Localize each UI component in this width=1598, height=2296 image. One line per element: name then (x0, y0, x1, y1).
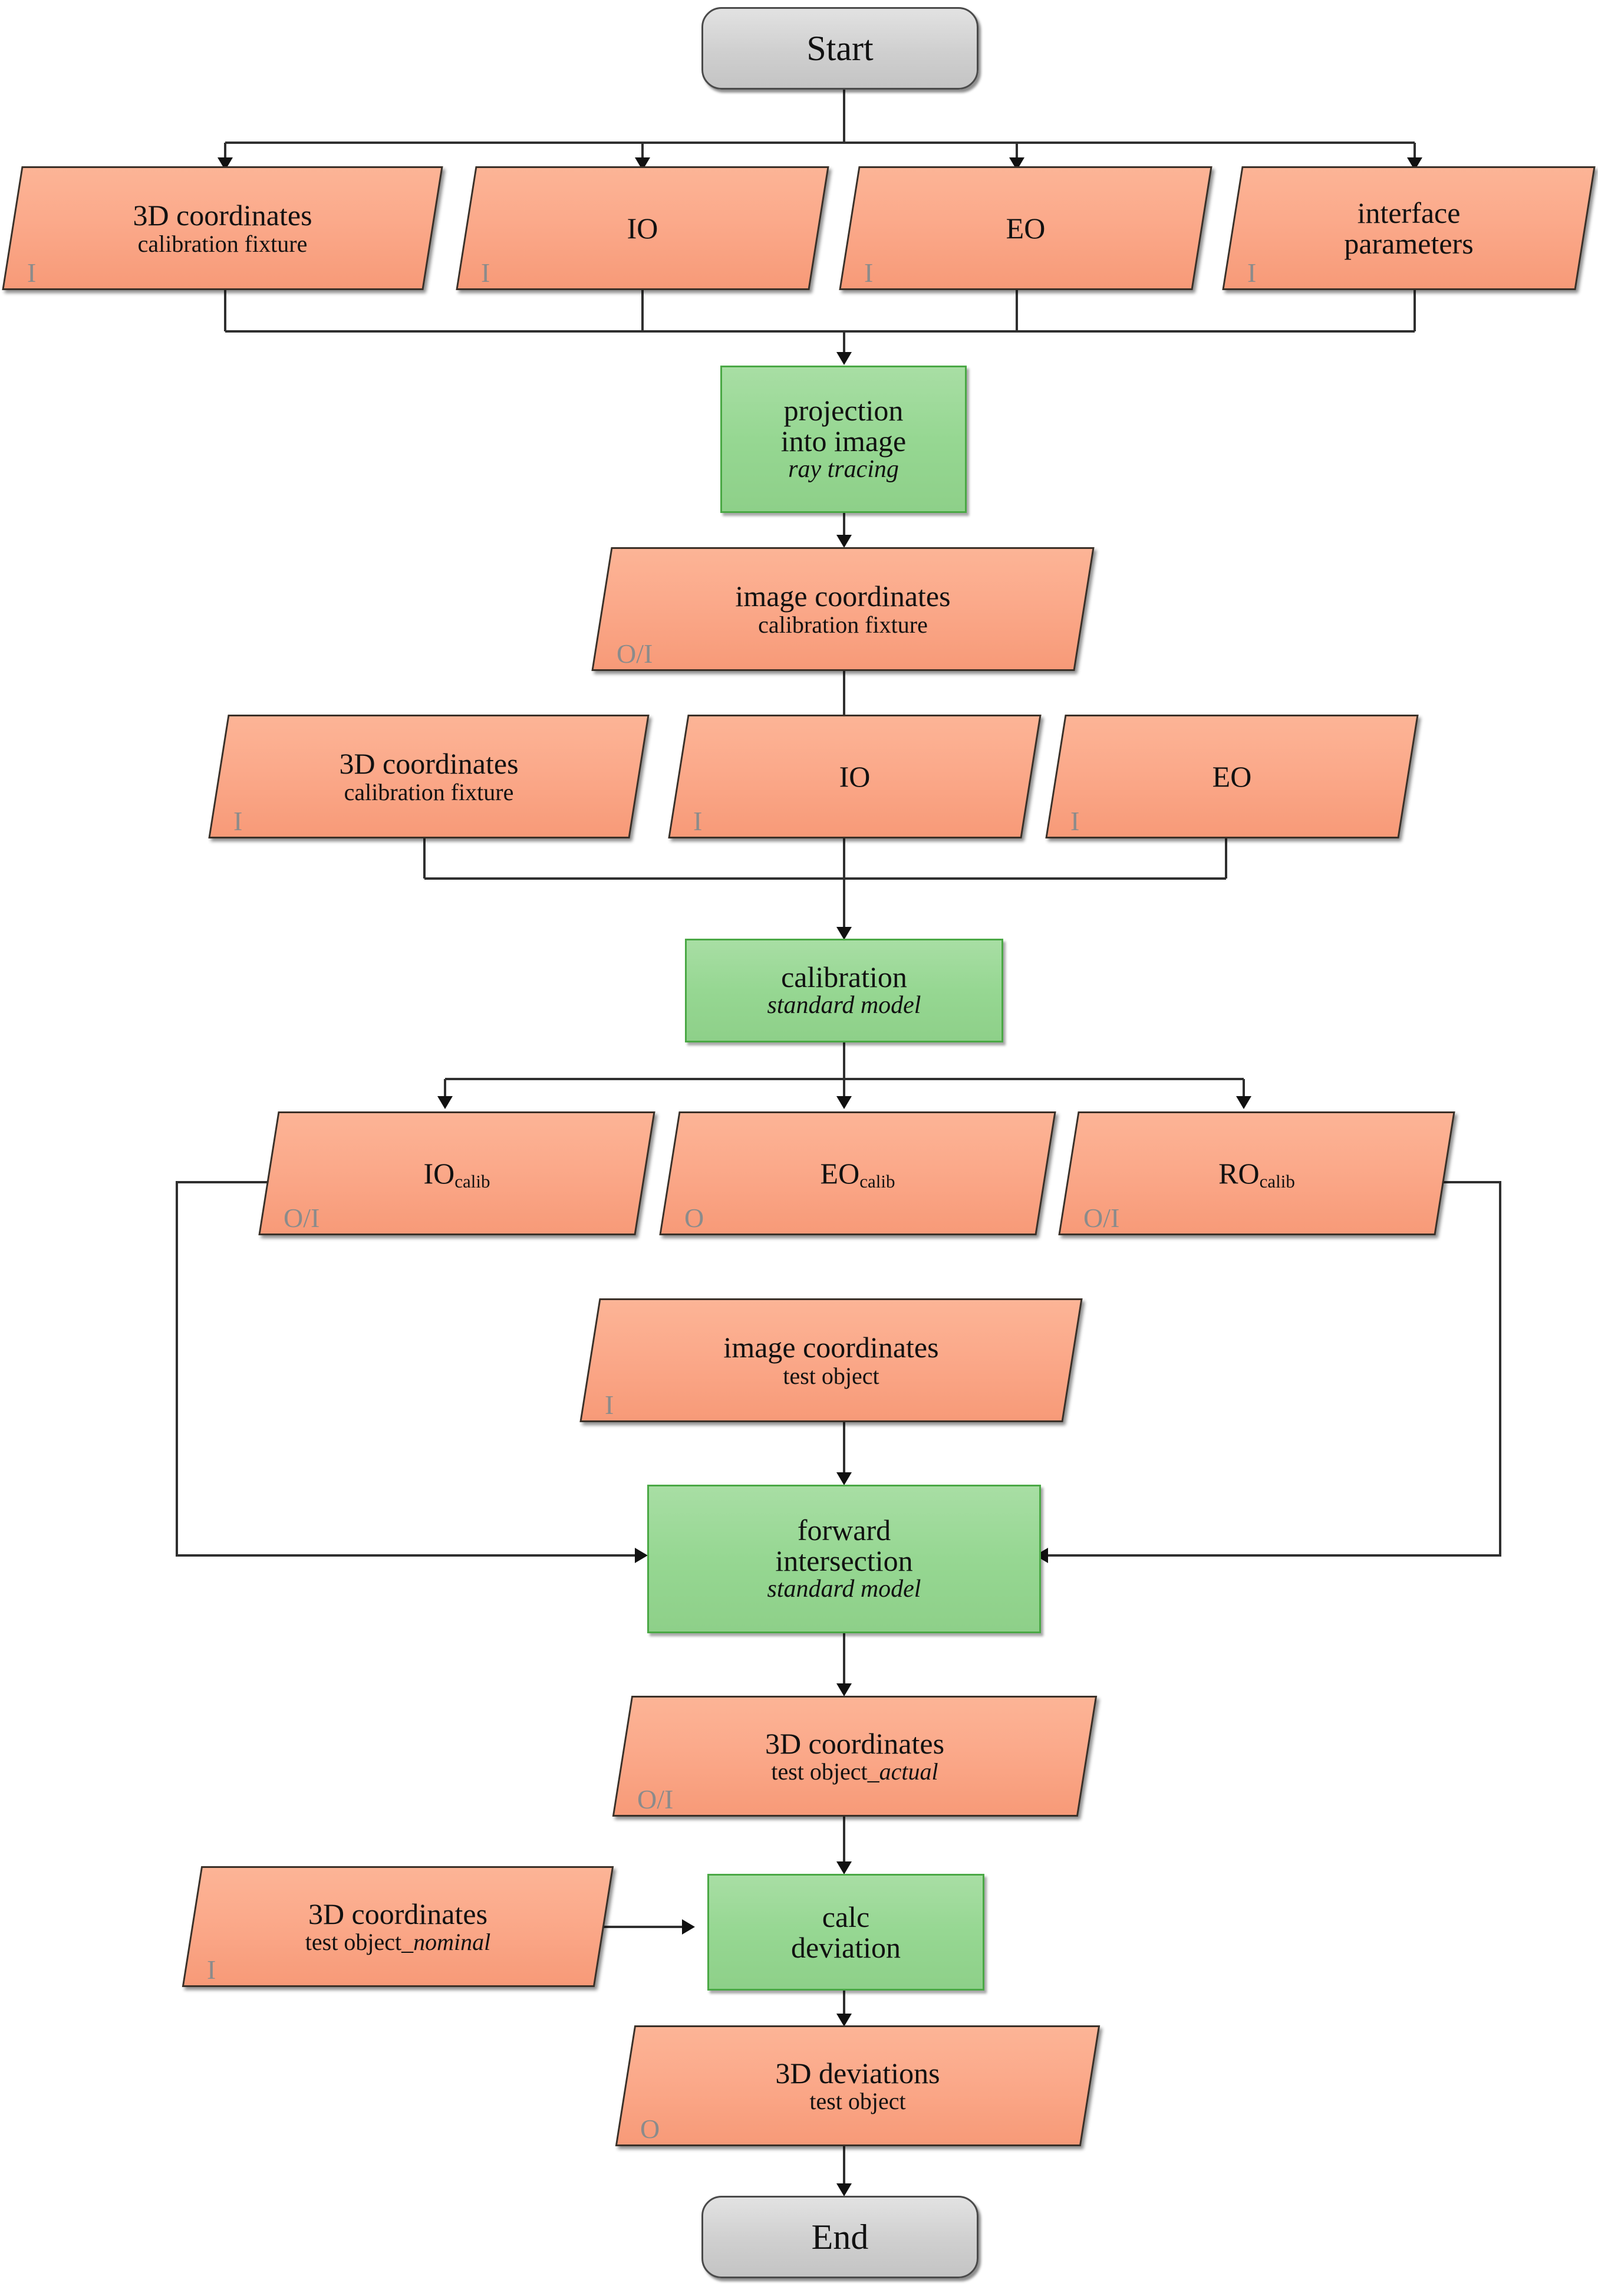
process-line-2: deviation (790, 1931, 901, 1964)
node-content: interface parameters (1232, 166, 1586, 290)
node-line-1: EO (1006, 211, 1046, 245)
io-marker: I (864, 258, 874, 288)
node-line-2: calibration fixture (758, 611, 928, 638)
process-calc-deviation[interactable]: calc deviation (707, 1874, 984, 1991)
process-line-2: into image (780, 425, 907, 458)
node-line-1: IOcalib (423, 1156, 490, 1192)
node-line-1: interface (1357, 196, 1461, 229)
node-content: image coordinates test object (589, 1298, 1073, 1422)
node-line-1: 3D coordinates (133, 199, 312, 232)
io-marker: O (640, 2114, 660, 2144)
process-forward-intersection[interactable]: forward intersection standard model (647, 1485, 1041, 1633)
process-line-1: calc (822, 1900, 870, 1933)
io-marker: O/I (284, 1203, 320, 1233)
process-calibration[interactable]: calibration standard model (685, 939, 1003, 1042)
node-content: IOcalib (268, 1111, 645, 1235)
node-content: image coordinates calibration fixture (601, 547, 1085, 671)
data-image-coordinates-test-object[interactable]: image coordinates test object I (579, 1298, 1083, 1422)
end-label: End (811, 2218, 869, 2256)
data-image-coordinates-calibration-fixture[interactable]: image coordinates calibration fixture O/… (591, 547, 1095, 671)
data-io-2[interactable]: IO I (668, 715, 1042, 838)
node-content: 3D deviations test object (625, 2025, 1090, 2146)
io-marker: O/I (617, 639, 653, 669)
data-3d-deviations-test-object[interactable]: 3D deviations test object O (615, 2025, 1101, 2146)
node-line-2: parameters (1344, 227, 1474, 260)
io-marker: I (1247, 258, 1257, 288)
data-ro-calib[interactable]: ROcalib O/I (1058, 1111, 1455, 1235)
node-content: 3D coordinates test object_nominal (192, 1866, 604, 1987)
line-2-italic: actual (879, 1758, 938, 1785)
data-3d-coordinates-calibration-fixture[interactable]: 3D coordinates calibration fixture I (2, 166, 443, 290)
data-3d-coordinates-test-object-nominal[interactable]: 3D coordinates test object_nominal I (182, 1866, 614, 1987)
calib-subscript: calib (454, 1170, 490, 1192)
io-marker: I (1070, 806, 1080, 836)
node-content: 3D coordinates test object_actual (622, 1696, 1088, 1817)
node-line-1: IO (627, 211, 658, 245)
node-line-1: 3D deviations (775, 2056, 940, 2090)
io-marker: I (207, 1955, 216, 1985)
io-marker: O/I (637, 1784, 674, 1814)
node-line-1: 3D coordinates (765, 1726, 945, 1760)
process-subtitle: standard model (767, 1575, 921, 1603)
node-line-1: image coordinates (735, 580, 951, 613)
node-content: EO (849, 166, 1202, 290)
node-line-1: IO (839, 759, 871, 793)
calib-base: EO (820, 1156, 860, 1190)
node-line-1: EOcalib (820, 1156, 895, 1192)
node-content: IO (678, 715, 1032, 838)
process-line-1: calibration (781, 960, 907, 994)
io-marker: O (684, 1203, 704, 1233)
process-subtitle: ray tracing (788, 456, 899, 483)
line-2-plain: test object_ (305, 1929, 414, 1956)
calib-subscript: calib (1259, 1170, 1295, 1192)
data-eo-2[interactable]: EO I (1045, 715, 1419, 838)
data-io[interactable]: IO I (456, 166, 829, 290)
calib-subscript: calib (859, 1170, 895, 1192)
node-content: IO (466, 166, 819, 290)
node-line-1: 3D coordinates (308, 1897, 488, 1930)
data-3d-coordinates-calibration-fixture-2[interactable]: 3D coordinates calibration fixture I (208, 715, 650, 838)
end-terminator[interactable]: End (701, 2196, 978, 2278)
io-marker: O/I (1083, 1203, 1120, 1233)
calib-base: RO (1218, 1156, 1260, 1190)
io-marker: I (27, 258, 37, 288)
node-content: 3D coordinates calibration fixture (218, 715, 640, 838)
calib-base: IO (423, 1156, 455, 1190)
io-marker: I (481, 258, 490, 288)
process-line-1: forward (797, 1514, 891, 1547)
node-line-1: 3D coordinates (339, 747, 519, 781)
node-line-2: calibration fixture (344, 778, 514, 805)
node-line-2: test object_nominal (305, 1929, 490, 1955)
start-label: Start (806, 29, 874, 68)
node-line-1: EO (1212, 759, 1252, 793)
io-marker: I (605, 1390, 614, 1420)
process-line-2: intersection (775, 1544, 913, 1578)
data-eo-calib[interactable]: EOcalib O (659, 1111, 1056, 1235)
node-content: ROcalib (1068, 1111, 1445, 1235)
io-marker: I (693, 806, 703, 836)
data-3d-coordinates-test-object-actual[interactable]: 3D coordinates test object_actual O/I (612, 1696, 1098, 1817)
node-line-1: image coordinates (723, 1331, 939, 1364)
flowchart-canvas: Start 3D coordinates calibration fixture… (0, 0, 1598, 2296)
data-interface-parameters[interactable]: interface parameters I (1222, 166, 1596, 290)
node-line-2: test object (809, 2088, 906, 2115)
process-line-1: projection (783, 394, 904, 427)
process-projection-into-image[interactable]: projection into image ray tracing (720, 366, 967, 513)
node-content: EOcalib (669, 1111, 1046, 1235)
node-content: 3D coordinates calibration fixture (12, 166, 433, 290)
node-line-2: test object (783, 1362, 879, 1389)
node-line-2: test object_actual (771, 1759, 938, 1784)
io-marker: I (233, 806, 243, 836)
line-2-italic: nominal (413, 1929, 491, 1956)
process-subtitle: standard model (767, 992, 921, 1019)
node-content: EO (1055, 715, 1409, 838)
start-terminator[interactable]: Start (701, 7, 978, 90)
data-eo[interactable]: EO I (839, 166, 1212, 290)
data-io-calib[interactable]: IOcalib O/I (258, 1111, 655, 1235)
node-line-2: calibration fixture (137, 230, 308, 257)
line-2-plain: test object_ (771, 1758, 879, 1785)
node-line-1: ROcalib (1218, 1156, 1295, 1192)
